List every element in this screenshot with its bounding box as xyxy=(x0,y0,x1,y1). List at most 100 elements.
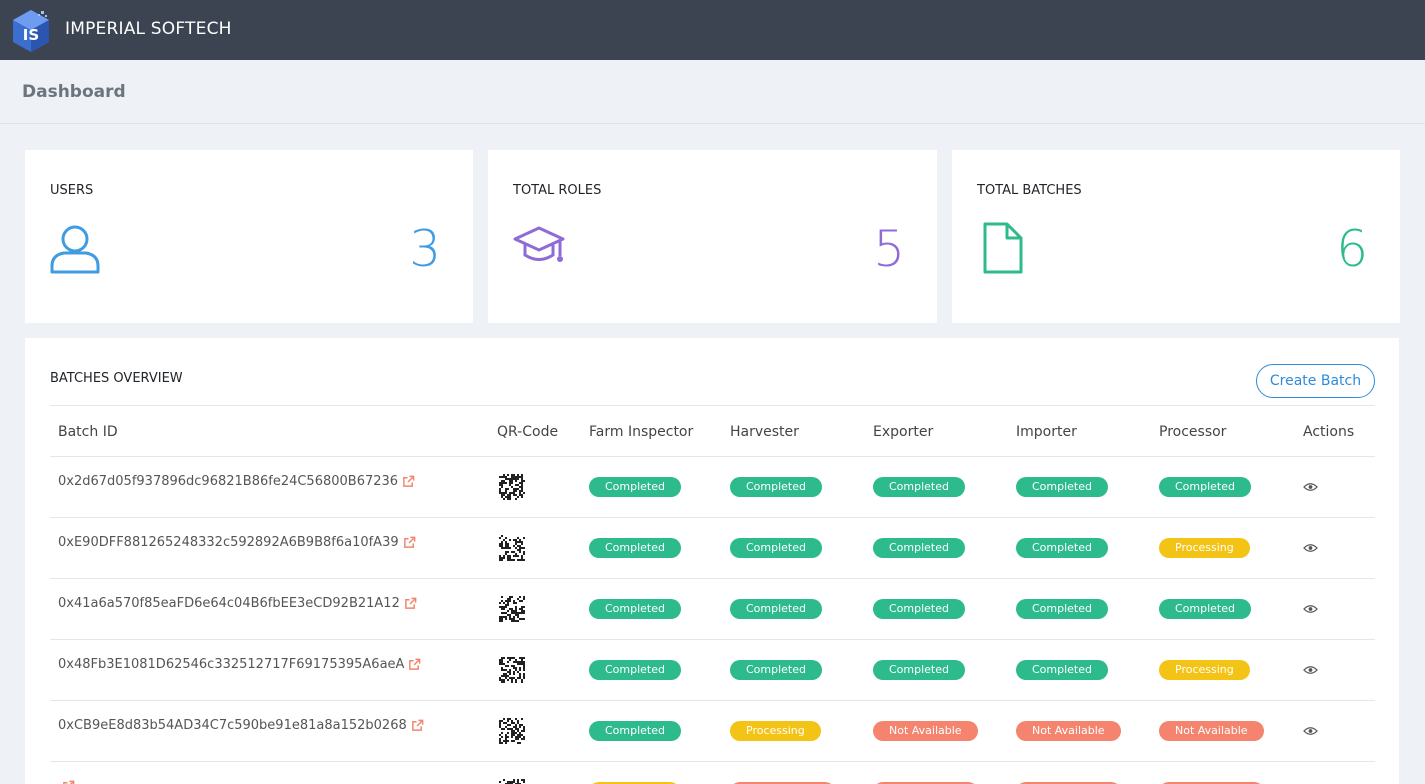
batches-overview-panel: BATCHES OVERVIEW Create Batch Batch ID Q… xyxy=(25,338,1399,784)
roles-card: TOTAL ROLES 5 xyxy=(488,150,937,323)
status-badge: Completed xyxy=(730,599,822,619)
status-badge: Completed xyxy=(1016,477,1108,497)
document-icon xyxy=(983,222,1023,274)
view-eye-icon[interactable] xyxy=(1303,482,1318,492)
exporter-cell: Completed xyxy=(873,518,965,578)
batch-id-link[interactable]: 0xE90DFF881265248332c592892A6B9B8f6a10fA… xyxy=(58,535,399,550)
qr-code-image[interactable] xyxy=(499,535,525,561)
qr-code-cell xyxy=(499,762,525,784)
processor-cell: Completed xyxy=(1159,579,1251,639)
farm-inspector-cell: Processing xyxy=(589,762,680,784)
batches-card: TOTAL BATCHES 6 xyxy=(952,150,1400,323)
status-badge: Completed xyxy=(1016,599,1108,619)
processor-cell: Completed xyxy=(1159,457,1251,517)
external-link-icon[interactable] xyxy=(402,475,415,488)
table-row: 0xCB9eE8d83b54AD34C7c590be91e81a8a152b02… xyxy=(50,701,1375,762)
external-link-icon[interactable] xyxy=(408,658,421,671)
col-qr-code[interactable]: QR-Code xyxy=(497,424,558,440)
batch-id-link[interactable]: 0x41a6a570f85eaFD6e64c04B6fbEE3eCD92B21A… xyxy=(58,596,400,611)
users-count: 3 xyxy=(409,220,441,278)
farm-inspector-cell: Completed xyxy=(589,640,681,700)
col-actions[interactable]: Actions xyxy=(1303,424,1354,440)
actions-cell xyxy=(1303,518,1318,578)
harvester-cell: Completed xyxy=(730,579,822,639)
processor-cell: Not Available xyxy=(1159,701,1264,761)
importer-cell: Completed xyxy=(1016,579,1108,639)
view-eye-icon[interactable] xyxy=(1303,543,1318,553)
top-navbar: IS IMPERIAL SOFTECH xyxy=(0,0,1425,60)
status-badge: Completed xyxy=(1159,477,1251,497)
qr-code-image[interactable] xyxy=(499,779,525,784)
roles-count: 5 xyxy=(873,220,905,278)
status-badge: Completed xyxy=(873,477,965,497)
farm-inspector-cell: Completed xyxy=(589,518,681,578)
status-badge: Completed xyxy=(873,599,965,619)
qr-code-cell xyxy=(499,518,525,578)
exporter-cell: Completed xyxy=(873,640,965,700)
farm-inspector-cell: Completed xyxy=(589,457,681,517)
batch-id-cell xyxy=(58,756,75,784)
status-badge: Not Available xyxy=(1159,721,1264,741)
status-badge: Completed xyxy=(589,660,681,680)
col-batch-id[interactable]: Batch ID xyxy=(58,424,118,440)
table-header: Batch ID QR-Code Farm Inspector Harveste… xyxy=(50,406,1375,457)
farm-inspector-cell: Completed xyxy=(589,579,681,639)
col-harvester[interactable]: Harvester xyxy=(730,424,799,440)
qr-code-image[interactable] xyxy=(499,474,525,500)
create-batch-button[interactable]: Create Batch xyxy=(1256,364,1375,398)
user-icon xyxy=(50,225,100,274)
batch-id-link[interactable]: 0xCB9eE8d83b54AD34C7c590be91e81a8a152b02… xyxy=(58,718,407,733)
status-badge: Processing xyxy=(1159,660,1250,680)
importer-cell: Completed xyxy=(1016,457,1108,517)
harvester-cell: Completed xyxy=(730,640,822,700)
actions-cell xyxy=(1303,579,1318,639)
col-exporter[interactable]: Exporter xyxy=(873,424,933,440)
page-header: Dashboard xyxy=(0,60,1425,124)
external-link-icon[interactable] xyxy=(404,597,417,610)
exporter-cell: Not Available xyxy=(873,762,978,784)
status-badge: Not Available xyxy=(1016,721,1121,741)
table-row: 0x41a6a570f85eaFD6e64c04B6fbEE3eCD92B21A… xyxy=(50,579,1375,640)
batches-label: TOTAL BATCHES xyxy=(977,183,1082,198)
col-importer[interactable]: Importer xyxy=(1016,424,1077,440)
qr-code-cell xyxy=(499,640,525,700)
exporter-cell: Not Available xyxy=(873,701,978,761)
graduation-cap-icon xyxy=(513,226,565,262)
exporter-cell: Completed xyxy=(873,457,965,517)
company-logo[interactable]: IS xyxy=(11,8,51,54)
harvester-cell: Completed xyxy=(730,457,822,517)
batch-id-cell: 0xE90DFF881265248332c592892A6B9B8f6a10fA… xyxy=(58,512,416,572)
external-link-icon[interactable] xyxy=(403,536,416,549)
external-link-icon[interactable] xyxy=(62,780,75,784)
actions-cell xyxy=(1303,762,1318,784)
qr-code-image[interactable] xyxy=(499,596,525,622)
batch-id-cell: 0xCB9eE8d83b54AD34C7c590be91e81a8a152b02… xyxy=(58,695,424,755)
table-row: Processing Not Available Not Available Not … xyxy=(50,762,1375,784)
brand-name[interactable]: IMPERIAL SOFTECH xyxy=(65,19,232,39)
status-badge: Completed xyxy=(589,721,681,741)
farm-inspector-cell: Completed xyxy=(589,701,681,761)
status-badge: Completed xyxy=(873,660,965,680)
status-badge: Completed xyxy=(589,599,681,619)
importer-cell: Not Available xyxy=(1016,701,1121,761)
status-badge: Completed xyxy=(730,660,822,680)
actions-cell xyxy=(1303,701,1318,761)
table-row: 0x2d67d05f937896dc96821B86fe24C56800B672… xyxy=(50,457,1375,518)
col-farm-inspector[interactable]: Farm Inspector xyxy=(589,424,693,440)
view-eye-icon[interactable] xyxy=(1303,665,1318,675)
external-link-icon[interactable] xyxy=(411,719,424,732)
view-eye-icon[interactable] xyxy=(1303,726,1318,736)
col-processor[interactable]: Processor xyxy=(1159,424,1226,440)
qr-code-image[interactable] xyxy=(499,718,525,744)
users-card: USERS 3 xyxy=(25,150,473,323)
batch-id-cell: 0x2d67d05f937896dc96821B86fe24C56800B672… xyxy=(58,451,415,511)
qr-code-image[interactable] xyxy=(499,657,525,683)
status-badge: Completed xyxy=(1016,538,1108,558)
users-label: USERS xyxy=(50,183,94,198)
batch-id-link[interactable]: 0x48Fb3E1081D62546c332512717F69175395A6a… xyxy=(58,657,404,672)
status-badge: Completed xyxy=(1016,660,1108,680)
harvester-cell: Processing xyxy=(730,701,821,761)
batches-count: 6 xyxy=(1336,220,1368,278)
batch-id-link[interactable]: 0x2d67d05f937896dc96821B86fe24C56800B672… xyxy=(58,474,398,489)
view-eye-icon[interactable] xyxy=(1303,604,1318,614)
